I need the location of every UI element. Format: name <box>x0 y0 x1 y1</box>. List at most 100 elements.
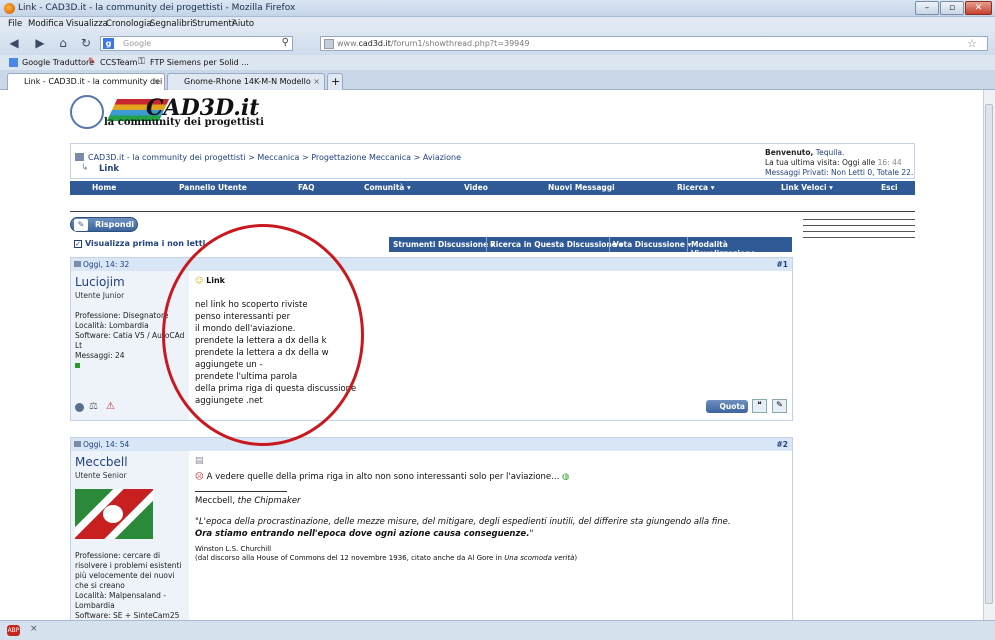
page-title: Link <box>99 164 120 174</box>
reply-icon: ✎ <box>74 219 88 231</box>
addon-icon[interactable]: ABP <box>7 625 20 636</box>
scrollbar-thumb[interactable] <box>985 104 993 604</box>
divider <box>70 211 915 212</box>
menu-visualizza[interactable]: Visualizza <box>66 19 108 29</box>
welcome-user[interactable]: Tequila. <box>816 148 845 157</box>
post-date: Oggi, 14: 54 <box>83 440 130 449</box>
bookmark-ftp-siemens[interactable]: FTP Siemens per Solid ... <box>150 58 249 67</box>
tab-gnome-rhone[interactable]: Gnome-Rhone 14K-M-N Modello Virt...× <box>167 73 325 101</box>
nav-video[interactable]: Video <box>464 183 488 192</box>
tab-link-cad3d[interactable]: Link - CAD3D.it - la community dei p...× <box>7 73 165 101</box>
quick-reply-icon[interactable]: ✎ <box>772 399 787 413</box>
close-button[interactable]: ✕ <box>965 1 992 15</box>
breadcrumb-panel: CAD3D.it - la community dei progettisti … <box>70 143 915 179</box>
signature-quote-1: "L'epoca della procrastinazione, delle m… <box>195 517 731 527</box>
nav-link-veloci[interactable]: Link Veloci ▾ <box>781 183 833 192</box>
nav-comunita[interactable]: Comunità ▾ <box>364 183 411 192</box>
tab-close-icon[interactable]: × <box>313 74 320 89</box>
ricerca-discussione-menu[interactable]: Ricerca in Questa Discussione ▾ <box>490 240 623 249</box>
back-icon[interactable]: ◀ <box>6 35 22 51</box>
signature-role: the Chipmaker <box>237 496 301 506</box>
menu-segnalibri[interactable]: Segnalibri <box>150 19 193 29</box>
minimize-button[interactable]: – <box>915 1 939 15</box>
nav-ricerca[interactable]: Ricerca ▾ <box>677 183 714 192</box>
post-number[interactable]: #2 <box>776 440 788 449</box>
menu-file[interactable]: File <box>8 19 22 29</box>
reload-icon[interactable]: ↻ <box>78 35 94 51</box>
star-icon[interactable]: ☆ <box>967 37 977 50</box>
google-translate-icon <box>9 58 18 67</box>
search-placeholder: Google <box>123 39 152 48</box>
menu-strumenti[interactable]: Strumenti <box>192 19 234 29</box>
vota-discussione-menu[interactable]: Vota Discussione ▾ <box>613 240 691 249</box>
signature-quote-2: Ora stiamo entrando nell'epoca dove ogni… <box>195 529 530 539</box>
user-sidebar: Meccbell Utente Senior Professione: cerc… <box>71 451 189 631</box>
tab-close-icon[interactable]: × <box>153 74 160 89</box>
annotation-circle <box>162 224 364 446</box>
nav-home[interactable]: Home <box>92 183 116 192</box>
search-magnifier-icon[interactable]: ⚲ <box>282 37 289 48</box>
sidebar-lines <box>803 219 915 243</box>
site-identity-icon[interactable] <box>324 39 334 49</box>
crosshair-icon <box>70 95 104 129</box>
forum-navbar: Home Pannello Utente FAQ Comunità ▾ Vide… <box>70 181 915 195</box>
user-avatar-flag[interactable] <box>75 489 153 539</box>
signature-divider <box>195 491 287 492</box>
quote-button[interactable]: Quota <box>706 400 748 413</box>
breadcrumb[interactable]: CAD3D.it - la community dei progettisti … <box>88 153 461 162</box>
close-status-icon[interactable]: × <box>30 624 38 634</box>
post-body: ▤ ☹ A vedere quelle della prima riga in … <box>195 455 785 563</box>
window-title-bar: Link - CAD3D.it - la community dei proge… <box>0 0 995 17</box>
signature-source: (dal discorso alla House of Commons del … <box>195 554 502 562</box>
search-input[interactable]: g Google ⚲ <box>100 36 293 51</box>
nav-esci[interactable]: Esci <box>881 183 898 192</box>
multi-quote-icon[interactable]: ❝ <box>752 399 767 413</box>
window-title: Link - CAD3D.it - la community dei proge… <box>18 3 296 13</box>
private-messages-link[interactable]: Messaggi Privati: Non Letti 0, Totale 22… <box>765 168 913 178</box>
logo-tagline: la community dei progettisti <box>104 117 264 128</box>
report-icon[interactable]: ⚠ <box>106 401 115 412</box>
forward-icon[interactable]: ▶ <box>32 35 48 51</box>
username[interactable]: Meccbell <box>75 455 128 469</box>
checkbox-icon[interactable]: ✓ <box>74 240 82 248</box>
nav-nuovi-messaggi[interactable]: Nuovi Messaggi <box>548 183 615 192</box>
post-text: A vedere quelle della prima riga in alto… <box>206 472 560 482</box>
home-icon[interactable]: ⌂ <box>55 35 71 51</box>
menu-modifica[interactable]: Modifica <box>28 19 64 29</box>
post-doc-icon: ▤ <box>195 456 204 466</box>
google-icon: g <box>103 38 114 49</box>
new-tab-button[interactable]: + <box>327 73 343 90</box>
post-icon <box>74 441 81 447</box>
post-number[interactable]: #1 <box>776 260 788 269</box>
reply-label: Rispondi <box>95 220 135 229</box>
reply-button[interactable]: ✎ Rispondi <box>70 217 138 232</box>
signature-name: Meccbell, <box>195 496 235 506</box>
thread-tools-bar: Strumenti Discussione ▾ Ricerca in Quest… <box>389 237 792 258</box>
user-rank: Utente Junior <box>75 291 125 300</box>
globe-smiley-icon: ◍ <box>561 472 570 482</box>
site-logo[interactable]: CAD3D.it la community dei progettisti <box>70 95 270 135</box>
show-unread-first-link[interactable]: Visualizza prima i non letti <box>85 239 205 248</box>
post-icon <box>74 261 81 267</box>
forum-home-icon[interactable] <box>75 153 84 161</box>
url-bar[interactable]: www.cad3d.it/forum1/showthread.php?t=399… <box>320 36 988 51</box>
username[interactable]: Luciojim <box>75 275 125 289</box>
menu-cronologia[interactable]: Cronologia <box>106 19 152 29</box>
maximize-button[interactable]: ▫ <box>940 1 964 15</box>
nav-pannello-utente[interactable]: Pannello Utente <box>179 183 247 192</box>
modalita-visualizzazione-menu[interactable]: Modalità Visualizzazione ▾ <box>691 240 792 258</box>
ftp-icon: ⚿ <box>138 57 145 67</box>
menu-aiuto[interactable]: Aiuto <box>232 19 254 29</box>
status-bar: ABP × <box>0 620 995 640</box>
nav-faq[interactable]: FAQ <box>298 183 314 192</box>
strumenti-discussione-menu[interactable]: Strumenti Discussione ▾ <box>393 240 495 249</box>
last-visit-time: 16: 44 <box>877 158 902 167</box>
last-visit-label: La tua ultima visita: Oggi alle <box>765 158 876 167</box>
bookmark-ccsteam[interactable]: CCSTeam <box>100 58 137 67</box>
bookmark-google-traduttore[interactable]: Google Traduttore <box>22 58 94 67</box>
reputation-scale-icon[interactable]: ⚖ <box>89 401 98 412</box>
user-info: Professione: cercare di risolvere i prob… <box>75 551 187 631</box>
signature-source-title: Una scomoda verità <box>504 554 575 562</box>
menu-bar: File Modifica Visualizza Cronologia Segn… <box>0 17 995 31</box>
welcome-greeting: Benvenuto, <box>765 148 814 157</box>
